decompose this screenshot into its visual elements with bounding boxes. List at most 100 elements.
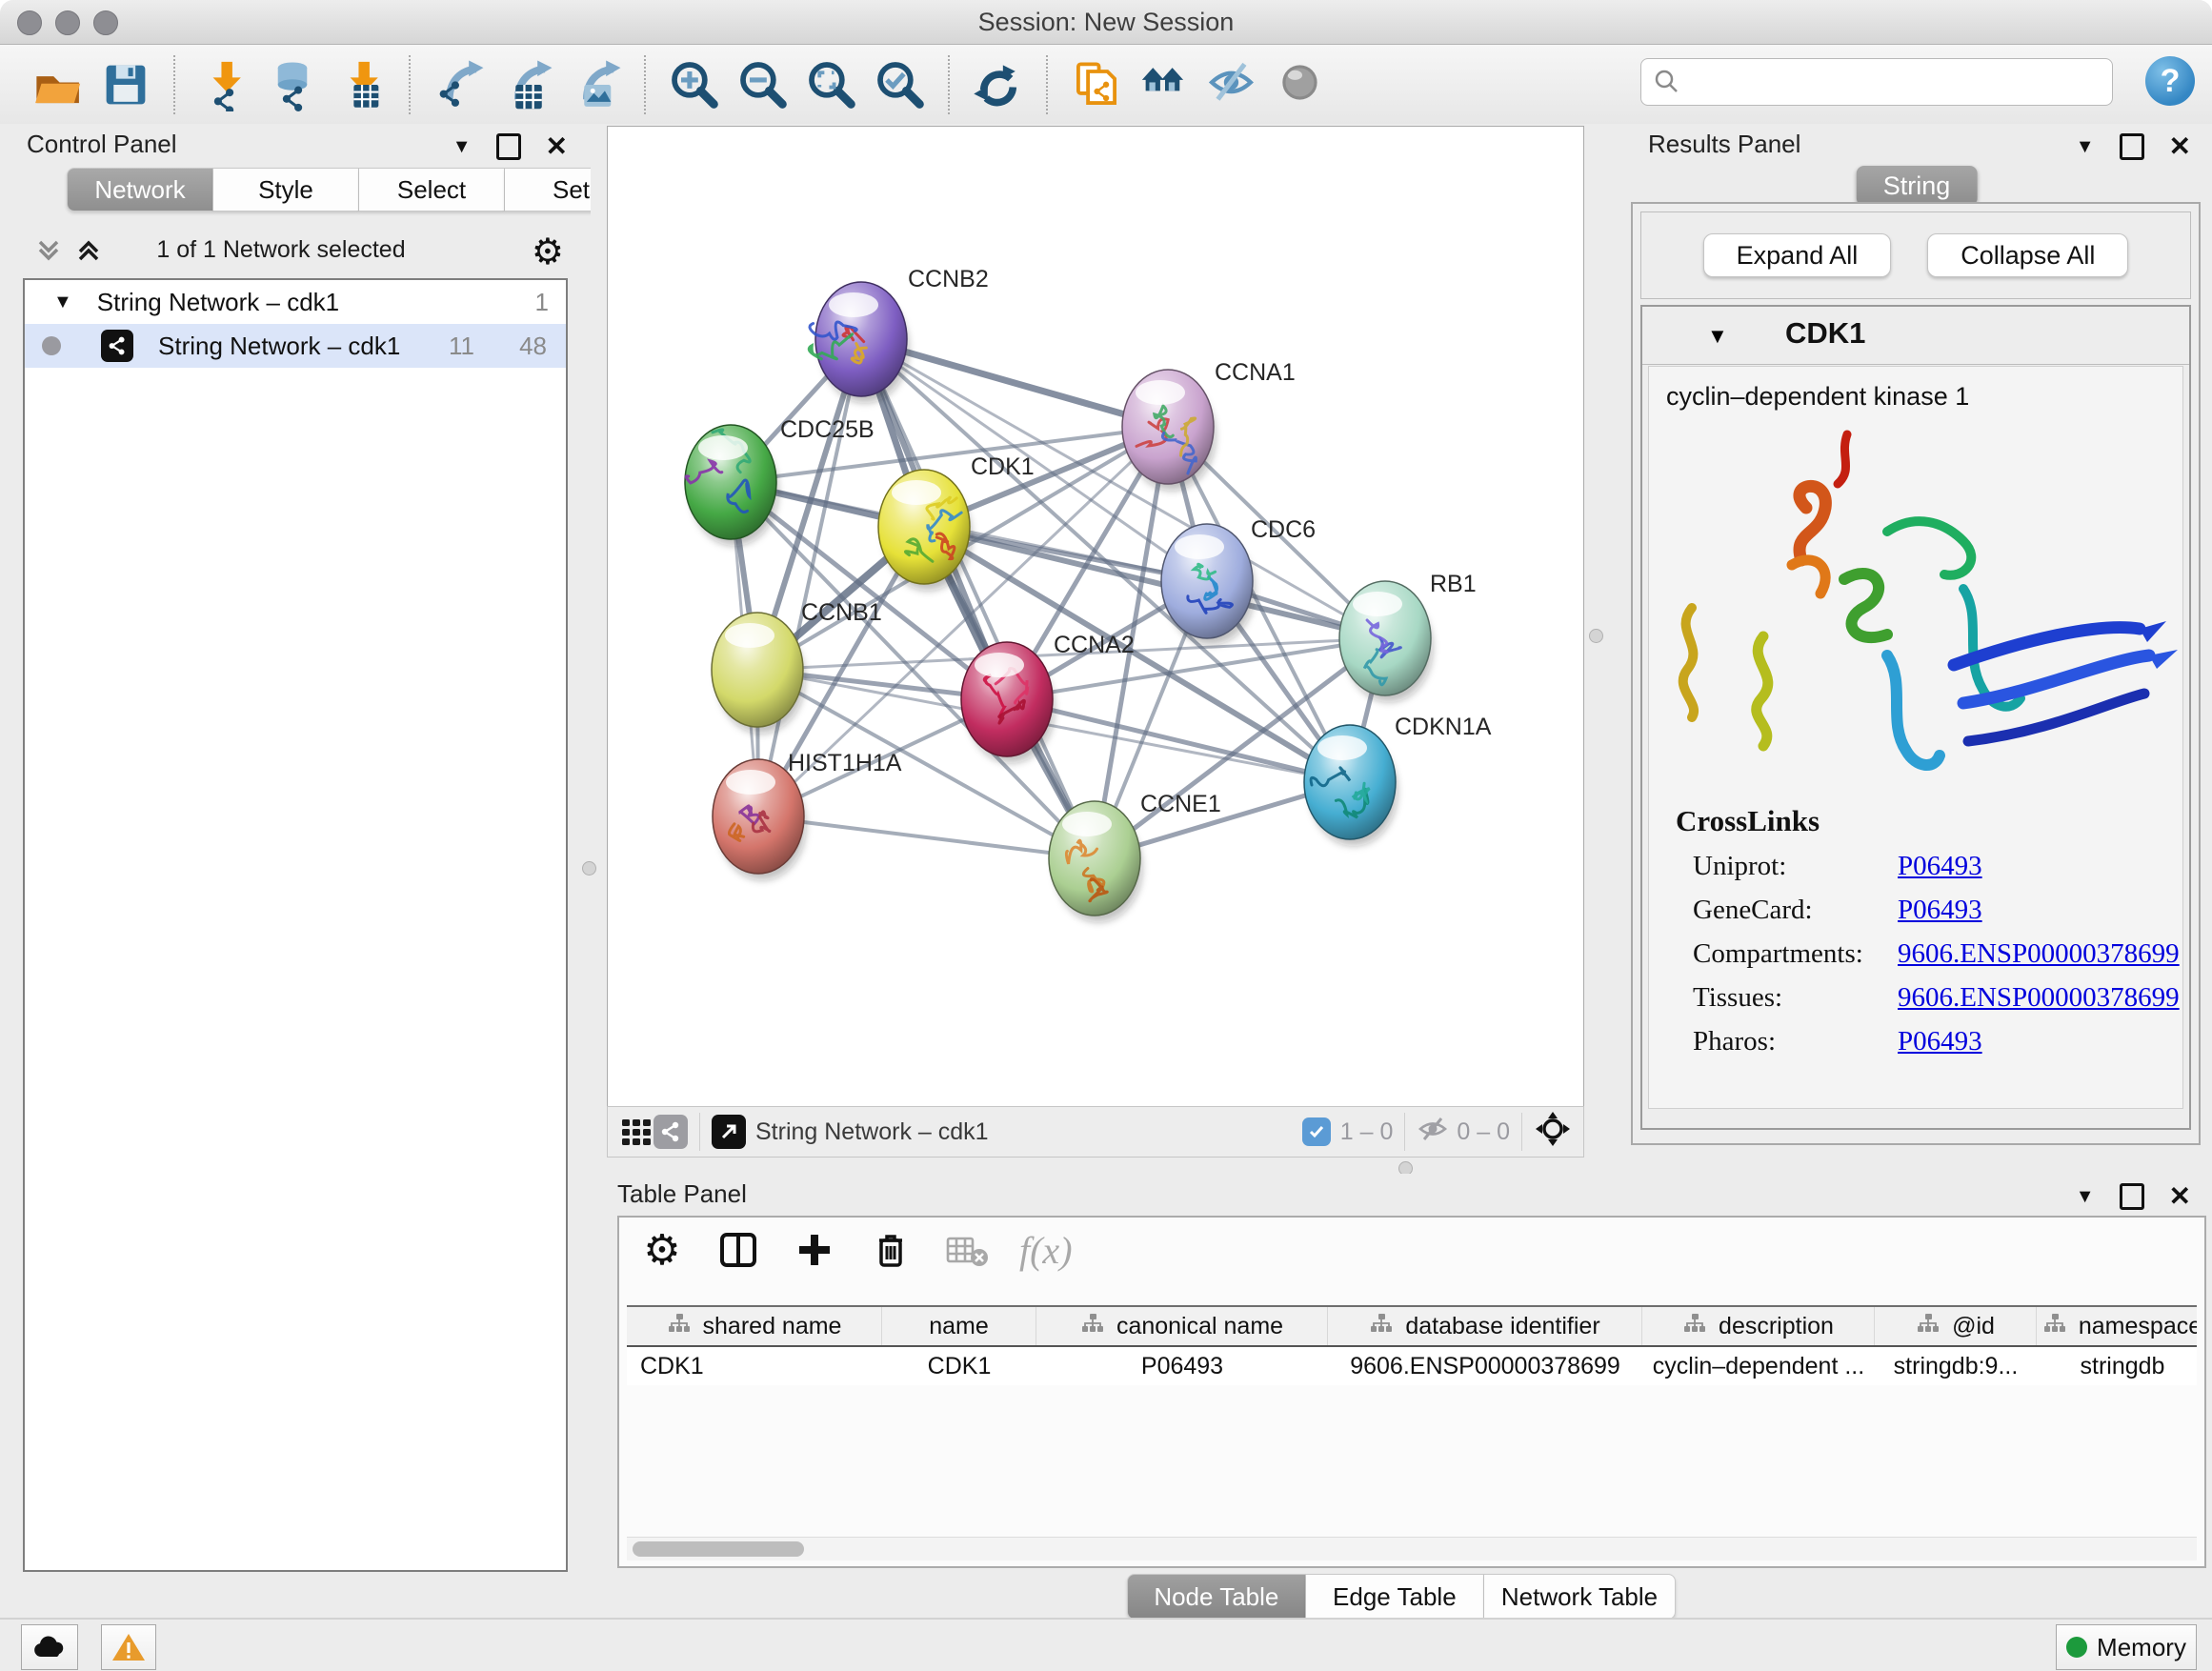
export-image-icon[interactable] <box>567 55 626 114</box>
network-collection-row[interactable]: ▼ String Network – cdk1 1 <box>25 280 566 324</box>
tab-edge-table[interactable]: Edge Table <box>1306 1574 1484 1620</box>
help-icon[interactable]: ? <box>2145 56 2195 106</box>
table-panel-float-icon[interactable] <box>2120 1183 2144 1210</box>
hidden-eye-slash-icon[interactable] <box>1417 1115 1449 1150</box>
column-header-name[interactable]: name <box>882 1307 1036 1345</box>
network-node-CCNA2[interactable]: CCNA2 <box>961 632 1135 763</box>
open-session-icon[interactable] <box>28 55 87 114</box>
crosslink-link[interactable]: P06493 <box>1898 1026 1982 1057</box>
table-tabs: Node TableEdge TableNetwork Table <box>591 1574 2212 1620</box>
warnings-button[interactable] <box>101 1624 156 1670</box>
network-node-CCNB1[interactable]: CCNB1 <box>712 599 882 734</box>
tab-node-table[interactable]: Node Table <box>1127 1574 1306 1620</box>
eye-icon[interactable] <box>1273 55 1332 114</box>
zoom-fit-icon[interactable] <box>802 55 861 114</box>
table-row[interactable]: CDK1CDK1P064939606.ENSP00000378699cyclin… <box>627 1347 2197 1385</box>
network-row-selected[interactable]: String Network – cdk1 11 48 <box>25 324 566 368</box>
network-node-HIST1H1A[interactable]: HIST1H1A <box>713 750 902 880</box>
table-settings-gear-icon[interactable]: ⚙ <box>638 1226 686 1274</box>
tab-style[interactable]: Style <box>213 168 359 211</box>
results-panel-close-icon[interactable]: ✕ <box>2169 136 2191 157</box>
cloud-button[interactable] <box>21 1624 78 1670</box>
table-panel-menu-icon[interactable]: ▼ <box>2076 1186 2095 1208</box>
grid-view-icon[interactable] <box>619 1115 654 1149</box>
network-node-CCNA1[interactable]: CCNA1 <box>1122 359 1296 491</box>
results-panel-menu-icon[interactable]: ▼ <box>2076 136 2095 158</box>
import-table-icon[interactable] <box>332 55 391 114</box>
collapse-all-chevron-icon[interactable] <box>32 234 65 272</box>
network-node-CCNE1[interactable]: CCNE1 <box>1049 791 1221 922</box>
network-canvas[interactable]: CCNB2 CCNA1 CDC25BCDK1 CDC6RB1 CCNB1 CCNA2 CDK… <box>607 126 1584 1107</box>
column-header-description[interactable]: description <box>1642 1307 1875 1345</box>
apply-layout-icon[interactable] <box>969 55 1028 114</box>
collapse-all-button[interactable]: Collapse All <box>1927 233 2128 277</box>
search-box[interactable] <box>1640 58 2113 106</box>
network-node-CCNB2[interactable]: CCNB2 <box>809 266 989 403</box>
collection-collapse-icon[interactable]: ▼ <box>53 292 72 313</box>
network-node-CDC6[interactable]: CDC6 <box>1161 516 1316 645</box>
control-panel-menu-icon[interactable]: ▼ <box>452 136 472 158</box>
birds-eye-view-icon[interactable] <box>712 1115 746 1149</box>
table-cell[interactable]: cyclin–dependent ... <box>1642 1347 1875 1385</box>
table-cell[interactable]: CDK1 <box>627 1347 882 1385</box>
tab-network-table[interactable]: Network Table <box>1484 1574 1676 1620</box>
crosslink-link[interactable]: P06493 <box>1898 895 1982 926</box>
table-horizontal-scrollbar[interactable] <box>627 1537 2197 1560</box>
tab-select[interactable]: Select <box>359 168 505 211</box>
zoom-out-icon[interactable] <box>734 55 793 114</box>
crosslink-link[interactable]: 9606.ENSP00000378699 <box>1898 938 2180 970</box>
share-network-icon[interactable] <box>654 1115 688 1149</box>
crosslink-row: Pharos:P06493 <box>1693 1026 2182 1057</box>
tab-network[interactable]: Network <box>67 168 213 211</box>
show-columns-icon[interactable] <box>714 1226 762 1274</box>
control-panel-float-icon[interactable] <box>496 133 521 160</box>
left-splitter-handle[interactable] <box>582 861 596 876</box>
node-label: CCNE1 <box>1140 791 1221 817</box>
crosslink-link[interactable]: 9606.ENSP00000378699 <box>1898 982 2180 1014</box>
selected-nodes-checkbox-icon[interactable] <box>1302 1117 1331 1146</box>
cdk1-section-header[interactable]: ▼ CDK1 <box>1642 307 2189 365</box>
tab-string[interactable]: String <box>1857 166 1978 206</box>
scrollbar-thumb[interactable] <box>633 1541 804 1557</box>
table-cell[interactable]: P06493 <box>1036 1347 1328 1385</box>
delete-column-trash-icon[interactable] <box>867 1226 915 1274</box>
column-header-namespace[interactable]: namespace <box>2037 1307 2197 1345</box>
pan-crosshair-icon[interactable] <box>1534 1110 1572 1155</box>
clone-network-icon[interactable] <box>1067 55 1126 114</box>
network-options-gear-icon[interactable]: ⚙ <box>532 231 564 273</box>
column-header-id[interactable]: @id <box>1875 1307 2037 1345</box>
save-session-icon[interactable] <box>96 55 155 114</box>
table-cell[interactable]: 9606.ENSP00000378699 <box>1328 1347 1642 1385</box>
string-home-icon[interactable] <box>1136 55 1195 114</box>
zoom-in-icon[interactable] <box>665 55 724 114</box>
column-header-sharedname[interactable]: shared name <box>627 1307 882 1345</box>
table-panel-close-icon[interactable]: ✕ <box>2169 1186 2191 1207</box>
column-header-canonicalname[interactable]: canonical name <box>1036 1307 1328 1345</box>
table-cell[interactable]: CDK1 <box>882 1347 1036 1385</box>
table-cell[interactable]: stringdb:9... <box>1875 1347 2037 1385</box>
tree-column-icon <box>2042 1312 2067 1341</box>
right-splitter-handle[interactable] <box>1589 629 1603 643</box>
zoom-selected-icon[interactable] <box>871 55 930 114</box>
add-column-plus-icon[interactable] <box>791 1226 838 1274</box>
control-panel-close-icon[interactable]: ✕ <box>546 136 568 157</box>
import-network-database-icon[interactable] <box>263 55 322 114</box>
hide-panel-eye-slash-icon[interactable] <box>1204 55 1263 114</box>
memory-button[interactable]: Memory <box>2056 1624 2197 1670</box>
toolbar-separator <box>1046 55 1049 114</box>
network-node-CDK1[interactable]: CDK1 <box>878 453 1035 591</box>
network-node-RB1[interactable]: RB1 <box>1339 571 1477 702</box>
import-network-file-icon[interactable] <box>194 55 253 114</box>
network-node-CDKN1A[interactable]: CDKN1A <box>1304 714 1492 846</box>
crosslink-link[interactable]: P06493 <box>1898 851 1982 882</box>
export-table-icon[interactable] <box>498 55 557 114</box>
export-network-icon[interactable] <box>430 55 489 114</box>
results-panel-float-icon[interactable] <box>2120 133 2144 160</box>
expand-all-button[interactable]: Expand All <box>1703 233 1892 277</box>
table-cell[interactable]: stringdb <box>2037 1347 2197 1385</box>
results-buttons-row: Expand All Collapse All <box>1640 211 2191 299</box>
search-input[interactable] <box>1681 62 2112 102</box>
column-header-databaseidentifier[interactable]: database identifier <box>1328 1307 1642 1345</box>
section-collapse-icon[interactable]: ▼ <box>1707 324 1728 349</box>
network-node-CDC25B[interactable]: CDC25B <box>685 416 875 546</box>
